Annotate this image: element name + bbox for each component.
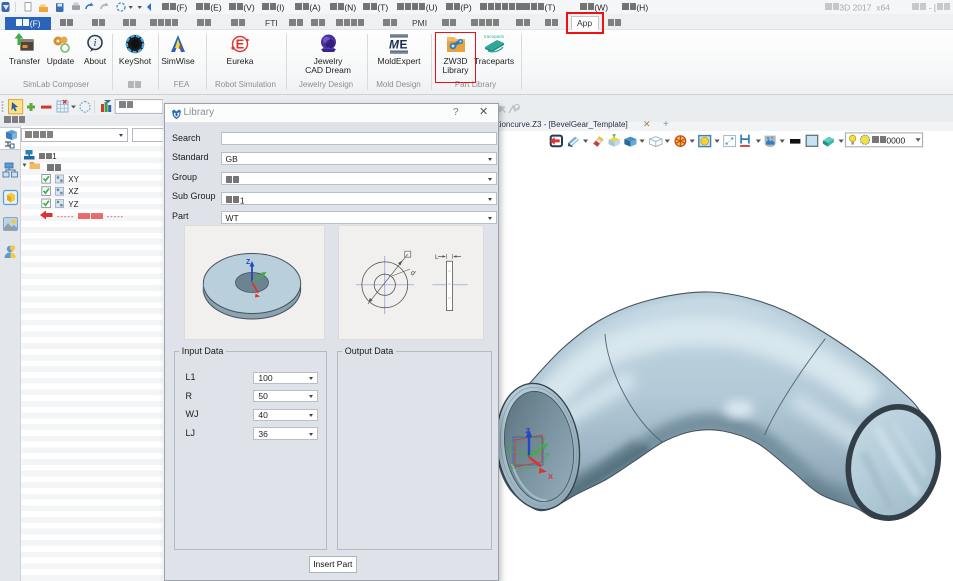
svg-text:Z: Z [246, 259, 251, 266]
svg-text:Z: Z [526, 426, 531, 435]
svg-text:X: X [548, 472, 553, 481]
svg-text:M: M [389, 38, 400, 52]
svg-text:d: d [409, 269, 416, 277]
svg-text:traceparts: traceparts [484, 34, 505, 39]
svg-text:L: L [435, 254, 439, 261]
svg-text:E: E [236, 37, 245, 52]
svg-text:E: E [400, 38, 408, 52]
svg-text:i: i [94, 38, 97, 49]
